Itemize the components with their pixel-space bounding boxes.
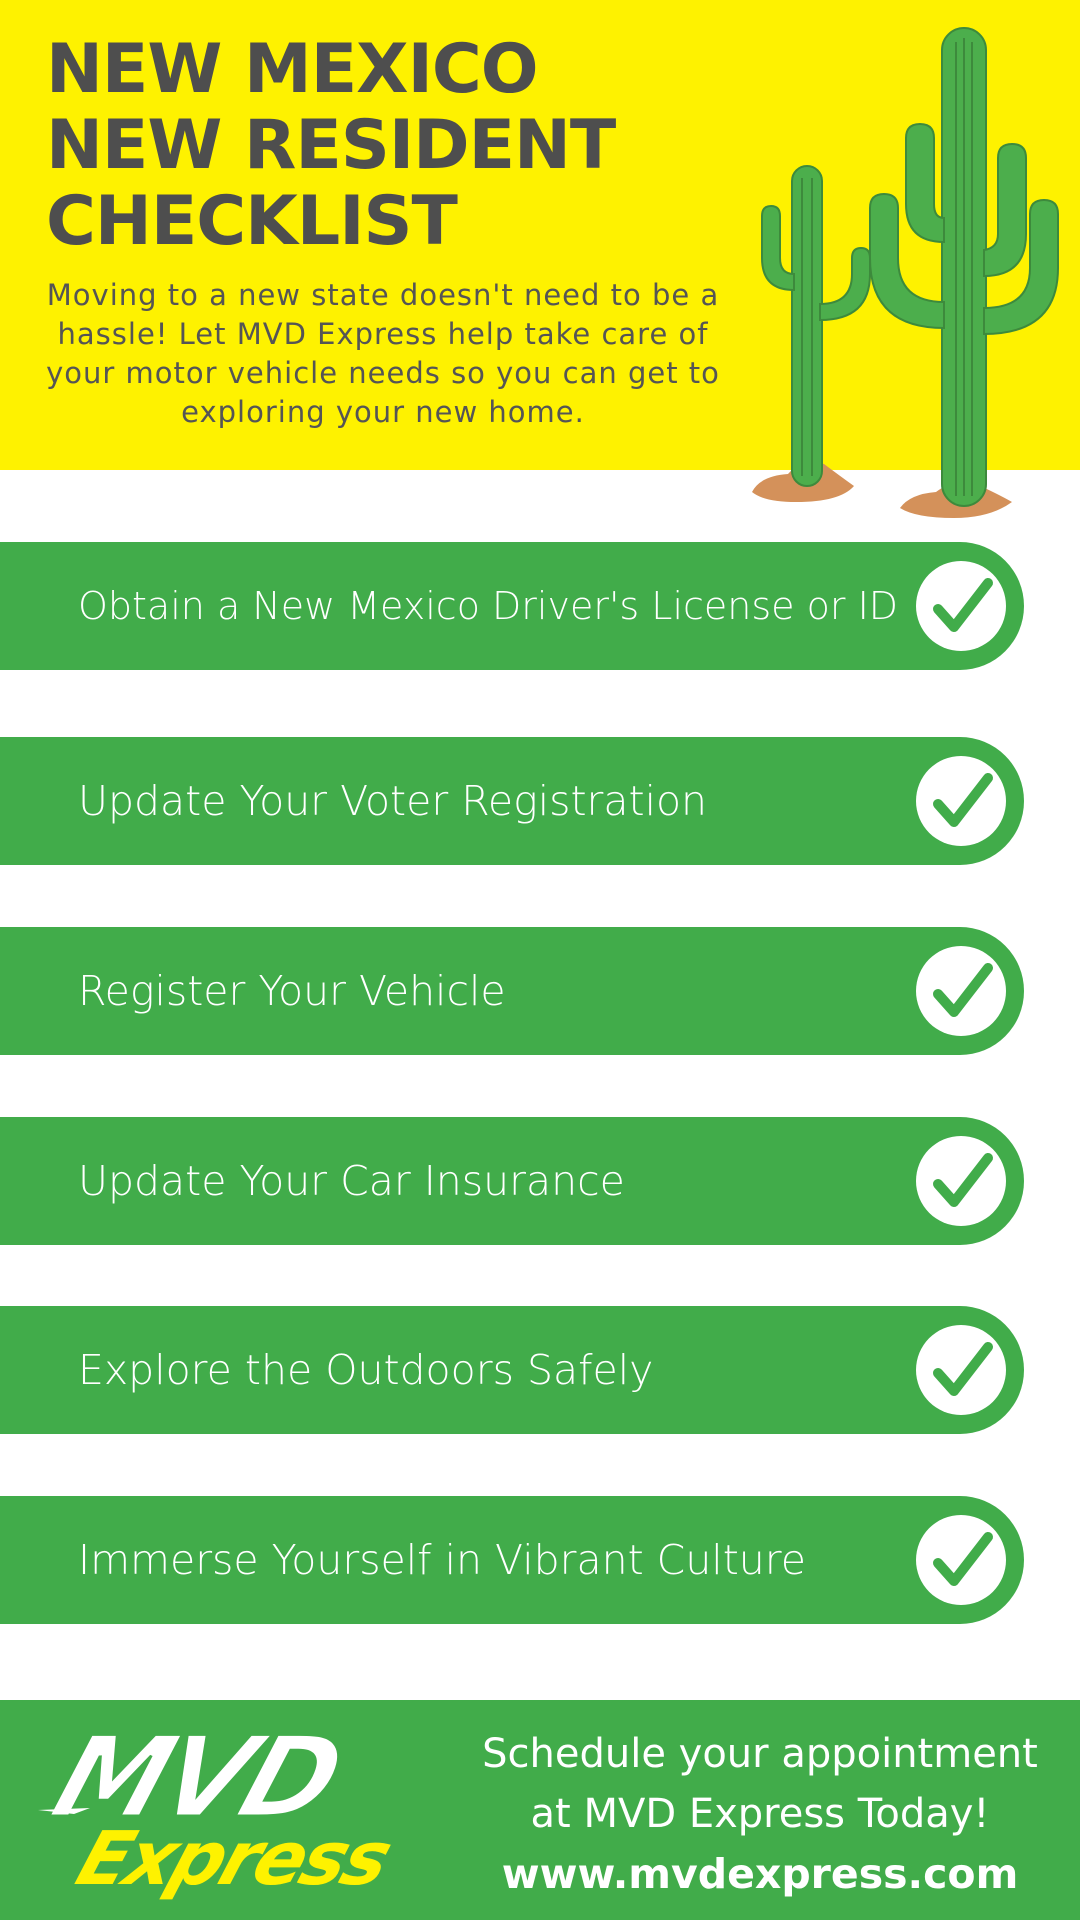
checklist-item-label: Update Your Voter Registration [78, 777, 708, 825]
mvd-express-logo: MVD Express [36, 1720, 401, 1900]
checklist-item-label: Immerse Yourself in Vibrant Culture [78, 1536, 806, 1584]
checkmark-icon [916, 1515, 1006, 1605]
footer-banner: MVD Express Schedule your appointment at… [0, 1700, 1080, 1920]
large-cactus [869, 27, 1059, 507]
checklist-item-label: Register Your Vehicle [78, 967, 506, 1015]
checklist-item-car-insurance: Update Your Car Insurance [0, 1117, 1024, 1245]
checklist-item-label: Update Your Car Insurance [78, 1157, 625, 1205]
intro-text: Moving to a new state doesn't need to be… [46, 278, 720, 429]
small-cactus [761, 165, 871, 487]
checkmark-icon [916, 1325, 1006, 1415]
title-line-3: CHECKLIST [46, 182, 458, 261]
cta-line-1: Schedule your appointment [482, 1731, 1038, 1777]
checklist-item-drivers-license: Obtain a New Mexico Driver's License or … [0, 542, 1024, 670]
checkmark-icon [916, 946, 1006, 1036]
cta-block: Schedule your appointment at MVD Express… [470, 1724, 1050, 1904]
logo-express-text: Express [67, 1816, 401, 1900]
cta-line-2: at MVD Express Today! [530, 1791, 990, 1837]
title-line-2: NEW RESIDENT [46, 106, 616, 185]
checklist-item-explore-outdoors: Explore the Outdoors Safely [0, 1306, 1024, 1434]
title-line-1: NEW MEXICO [46, 30, 539, 109]
page-title: NEW MEXICO NEW RESIDENT CHECKLIST [46, 30, 616, 261]
checkmark-icon [916, 561, 1006, 651]
checklist-item-label: Explore the Outdoors Safely [78, 1346, 654, 1394]
hero-banner: NEW MEXICO NEW RESIDENT CHECKLIST Moving… [0, 0, 1080, 518]
checklist-item-label: Obtain a New Mexico Driver's License or … [78, 584, 899, 628]
checkmark-icon [916, 1136, 1006, 1226]
checkmark-icon [916, 756, 1006, 846]
checklist-item-vibrant-culture: Immerse Yourself in Vibrant Culture [0, 1496, 1024, 1624]
checklist-item-register-vehicle: Register Your Vehicle [0, 927, 1024, 1055]
cactus-illustration [752, 27, 1059, 518]
website-link[interactable]: www.mvdexpress.com [470, 1844, 1050, 1904]
checklist-item-voter-registration: Update Your Voter Registration [0, 737, 1024, 865]
